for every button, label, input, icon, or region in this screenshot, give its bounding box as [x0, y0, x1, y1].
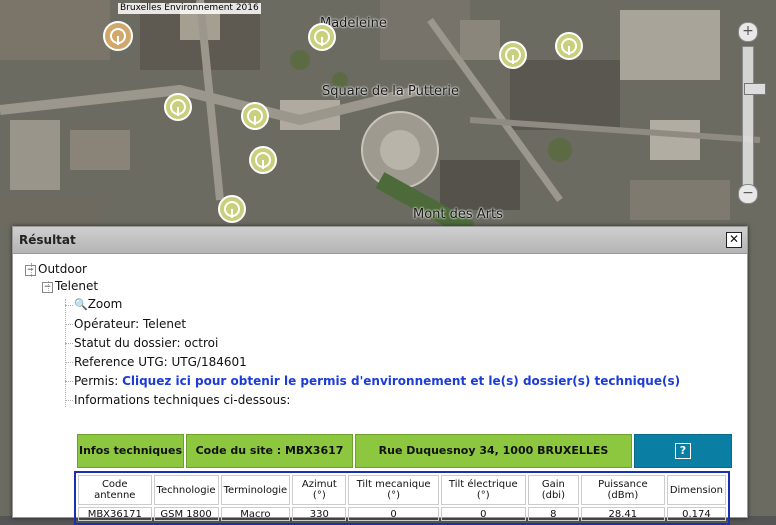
- antenna-marker-icon[interactable]: [241, 102, 269, 130]
- table-cell: MBX36171: [78, 507, 152, 521]
- column-header: Puissance (dBm): [580, 475, 665, 505]
- status-row: Statut du dossier: octroi: [74, 336, 219, 350]
- zoom-control: + −: [736, 22, 766, 212]
- column-header: Azimut (°): [292, 475, 347, 505]
- tree-node-outdoor[interactable]: − Outdoor: [25, 262, 87, 276]
- table-cell: 330: [292, 507, 347, 521]
- column-header: Tilt électrique (°): [440, 475, 526, 505]
- collapse-icon[interactable]: −: [25, 265, 36, 276]
- zoom-slider-handle[interactable]: [744, 83, 766, 95]
- permit-row: Permis: Cliquez ici pour obtenir le perm…: [74, 374, 680, 388]
- column-header: Gain (dbi): [527, 475, 579, 505]
- antenna-marker-icon[interactable]: [218, 195, 246, 223]
- column-header: Tilt mecanique (°): [348, 475, 439, 505]
- table-cell: 28.41: [580, 507, 665, 521]
- dialog-title: Résultat: [19, 233, 76, 247]
- antenna-marker-icon[interactable]: [164, 93, 192, 121]
- antenna-marker-icon[interactable]: [499, 41, 527, 69]
- antenna-marker-icon[interactable]: [103, 21, 133, 51]
- permit-link[interactable]: Cliquez ici pour obtenir le permis d'env…: [122, 374, 680, 388]
- column-header: Technologie: [153, 475, 219, 505]
- zoom-link[interactable]: 🔍Zoom: [74, 297, 122, 311]
- technical-info-row: Informations techniques ci-dessous:: [74, 393, 291, 407]
- table-cell: 8: [527, 507, 579, 521]
- antenna-marker-icon[interactable]: [308, 23, 336, 51]
- table-row: MBX36171 GSM 1800 Macro 330 0 0 8 28.41 …: [78, 507, 726, 521]
- result-dialog: Résultat ✕ − Outdoor − Telenet 🔍Zoom Opéra…: [12, 226, 748, 525]
- table-cell: 0: [440, 507, 526, 521]
- help-cell[interactable]: ?: [634, 434, 732, 468]
- address-cell: Rue Duquesnoy 34, 1000 BRUXELLES: [355, 434, 632, 468]
- antenna-marker-icon[interactable]: [249, 146, 277, 174]
- magnifier-icon: 🔍: [74, 298, 88, 311]
- close-button[interactable]: ✕: [726, 232, 742, 248]
- table-cell: 0.174: [666, 507, 726, 521]
- column-header: Code antenne: [78, 475, 152, 505]
- operator-row: Opérateur: Telenet: [74, 317, 187, 331]
- zoom-out-button[interactable]: −: [738, 184, 758, 204]
- site-code-cell: Code du site : MBX3617: [186, 434, 353, 468]
- zoom-link-label: Zoom: [87, 297, 123, 311]
- technical-table: Code antenne Technologie Terminologie Az…: [74, 471, 730, 525]
- tree-node-telenet[interactable]: − Telenet: [42, 279, 98, 293]
- table-cell: GSM 1800: [153, 507, 219, 521]
- column-header: Terminologie: [220, 475, 291, 505]
- antenna-marker-icon[interactable]: [555, 32, 583, 60]
- technical-info-cell: Infos techniques: [77, 434, 184, 468]
- tree-node-label: Outdoor: [38, 262, 87, 276]
- zoom-in-button[interactable]: +: [738, 22, 758, 42]
- reference-row: Reference UTG: UTG/184601: [74, 355, 247, 369]
- dialog-header: Résultat ✕: [13, 227, 747, 254]
- table-cell: 0: [348, 507, 439, 521]
- permit-label: Permis:: [74, 374, 119, 388]
- table-header-row: Code antenne Technologie Terminologie Az…: [78, 475, 726, 505]
- tree-node-label: Telenet: [55, 279, 99, 293]
- table-cell: Macro: [220, 507, 291, 521]
- zoom-slider-track[interactable]: [742, 46, 766, 192]
- column-header: Dimension: [666, 475, 726, 505]
- antenna-markers: [103, 21, 583, 223]
- help-icon[interactable]: ?: [675, 443, 691, 459]
- collapse-icon[interactable]: −: [42, 282, 53, 293]
